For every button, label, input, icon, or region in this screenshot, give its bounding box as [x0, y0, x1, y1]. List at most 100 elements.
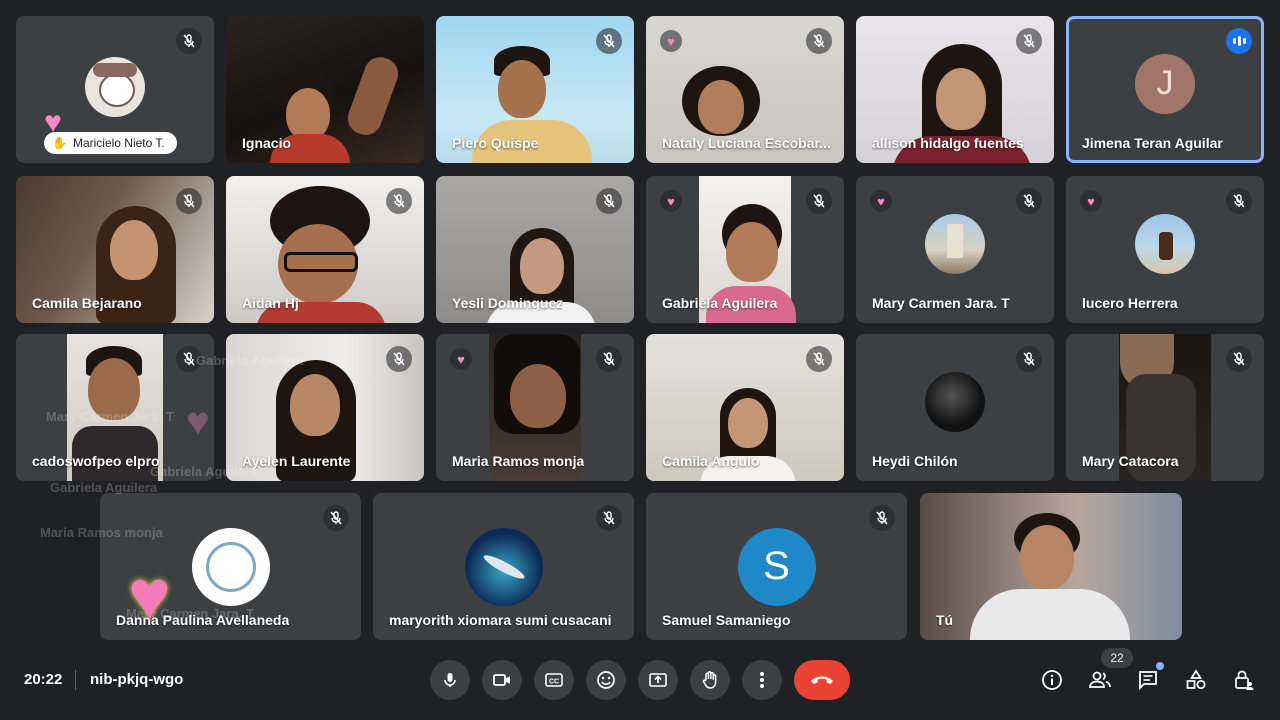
participant-name: allison hidalgo fuentes — [872, 135, 1024, 151]
heart-reaction-icon: ♥ — [870, 190, 892, 212]
people-icon — [1089, 671, 1111, 688]
reaction-label: Gabriela Aguilera — [196, 353, 304, 368]
shapes-icon — [1186, 669, 1206, 690]
leave-call-button[interactable] — [794, 660, 850, 700]
heart-reaction-icon: ♥ — [1080, 190, 1102, 212]
avatar: S — [737, 527, 816, 606]
participant-name: Camila Angulo — [662, 453, 760, 469]
participant-tile[interactable]: Yesli Dominguez — [436, 176, 634, 323]
avatar — [925, 371, 985, 432]
participant-tile[interactable]: S Samuel Samaniego — [646, 493, 907, 640]
chat-button[interactable] — [1134, 662, 1164, 694]
more-vertical-icon — [760, 672, 764, 688]
heart-reaction-icon: ♥ — [660, 190, 682, 212]
mic-off-icon — [1226, 346, 1252, 372]
avatar — [85, 56, 145, 117]
microphone-button[interactable] — [430, 660, 470, 700]
svg-text:CC: CC — [549, 679, 559, 686]
mic-off-icon — [1016, 188, 1042, 214]
participant-tile[interactable]: ♥ lucero Herrera — [1066, 176, 1264, 323]
heart-reaction-icon: ♥ — [660, 30, 682, 52]
hand-raised-badge: ✋ Maricielo Nieto T. — [44, 132, 177, 154]
participant-tile[interactable]: Ignacio — [226, 16, 424, 163]
people-button[interactable] — [1086, 666, 1114, 694]
meeting-code: nib-pkjq-wgo — [90, 671, 184, 688]
participant-tile[interactable]: allison hidalgo fuentes — [856, 16, 1054, 163]
mic-off-icon — [596, 505, 622, 531]
heart-reaction-icon: ♥ — [450, 348, 472, 370]
self-view-tile[interactable]: Tú — [920, 493, 1182, 640]
activities-button[interactable] — [1182, 666, 1210, 694]
participant-tile-speaking[interactable]: J Jimena Teran Aguilar — [1066, 16, 1264, 163]
participant-name: Yesli Dominguez — [452, 295, 564, 311]
participant-name: Mary Carmen Jara. T — [872, 295, 1010, 311]
mic-off-icon — [806, 188, 832, 214]
mic-off-icon — [386, 346, 412, 372]
participant-name: Camila Bejarano — [32, 295, 142, 311]
participant-name: Ignacio — [242, 135, 292, 151]
reactions-button[interactable] — [586, 660, 626, 700]
lock-person-icon — [1235, 670, 1254, 690]
mic-off-icon — [596, 188, 622, 214]
avatar — [925, 213, 985, 274]
more-options-button[interactable] — [742, 660, 782, 700]
chat-icon — [1139, 671, 1157, 691]
heart-reaction-icon: ♥ — [186, 400, 210, 444]
meeting-details-button[interactable] — [1038, 666, 1066, 694]
participant-name: Heydi Chilón — [872, 453, 958, 469]
info-icon — [1042, 670, 1062, 690]
mic-off-icon — [1016, 28, 1042, 54]
participant-tile[interactable]: cadoswofpeo elpro — [16, 334, 214, 481]
control-bar: 20:22 nib-pkjq-wgo CC 22 — [0, 648, 1280, 720]
participant-count-badge: 22 — [1101, 648, 1133, 668]
present-screen-button[interactable] — [638, 660, 678, 700]
mic-off-icon — [1016, 346, 1042, 372]
closed-captions-icon: CC — [545, 673, 563, 687]
captions-button[interactable]: CC — [534, 660, 574, 700]
participant-name: Aidan Hj — [242, 295, 299, 311]
avatar — [191, 527, 270, 606]
raised-hand-icon: ✋ — [52, 136, 67, 150]
reaction-label: Gabriela Aguilera — [150, 464, 258, 479]
emoji-icon — [597, 671, 615, 689]
participant-name: lucero Herrera — [1082, 295, 1178, 311]
meeting-time: 20:22 — [24, 671, 63, 688]
participant-name: Samuel Samaniego — [662, 612, 791, 628]
notification-dot — [1156, 662, 1164, 670]
participant-tile[interactable]: ♥ Mary Carmen Jara. T — [856, 176, 1054, 323]
participant-tile[interactable]: ♥ Maria Ramos monja — [436, 334, 634, 481]
participant-tile[interactable]: Mary Catacora — [1066, 334, 1264, 481]
participant-name: Mary Catacora — [1082, 453, 1179, 469]
raise-hand-button[interactable] — [690, 660, 730, 700]
camera-button[interactable] — [482, 660, 522, 700]
participant-tile[interactable]: Aidan Hj — [226, 176, 424, 323]
participant-tile[interactable]: ♥ Gabriela Aguilera — [646, 176, 844, 323]
mic-off-icon — [806, 346, 832, 372]
participant-tile[interactable]: maryorith xiomara sumi cusacani — [373, 493, 634, 640]
hang-up-icon — [811, 676, 833, 684]
avatar: J — [1135, 53, 1195, 114]
participant-tile[interactable]: Piero Quispe — [436, 16, 634, 163]
participant-tile[interactable]: ♥ ✋ Maricielo Nieto T. — [16, 16, 214, 163]
camera-icon — [493, 674, 510, 686]
host-controls-button[interactable] — [1230, 666, 1258, 694]
participant-tile[interactable]: ♥ Nataly Luciana Escobar... — [646, 16, 844, 163]
participant-name: Gabriela Aguilera — [662, 295, 778, 311]
mic-off-icon — [806, 28, 832, 54]
hand-icon — [702, 671, 717, 689]
participant-tile[interactable]: Camila Bejarano — [16, 176, 214, 323]
reaction-label: Mary Carmen Jara. T — [46, 409, 174, 424]
participant-name: cadoswofpeo elpro — [32, 453, 160, 469]
heart-reaction-icon: ♥ — [44, 106, 62, 139]
participant-tile[interactable]: Heydi Chilón — [856, 334, 1054, 481]
participant-name: Nataly Luciana Escobar... — [662, 135, 831, 151]
participant-name: maryorith xiomara sumi cusacani — [389, 612, 612, 628]
participant-tile[interactable]: Camila Angulo — [646, 334, 844, 481]
mic-off-icon — [323, 505, 349, 531]
avatar — [464, 527, 543, 606]
reaction-label: Maria Ramos monja — [40, 525, 163, 540]
mic-off-icon — [176, 28, 202, 54]
mic-off-icon — [596, 28, 622, 54]
microphone-icon — [444, 673, 456, 687]
sparkling-heart-icon: ♥ — [128, 556, 171, 636]
